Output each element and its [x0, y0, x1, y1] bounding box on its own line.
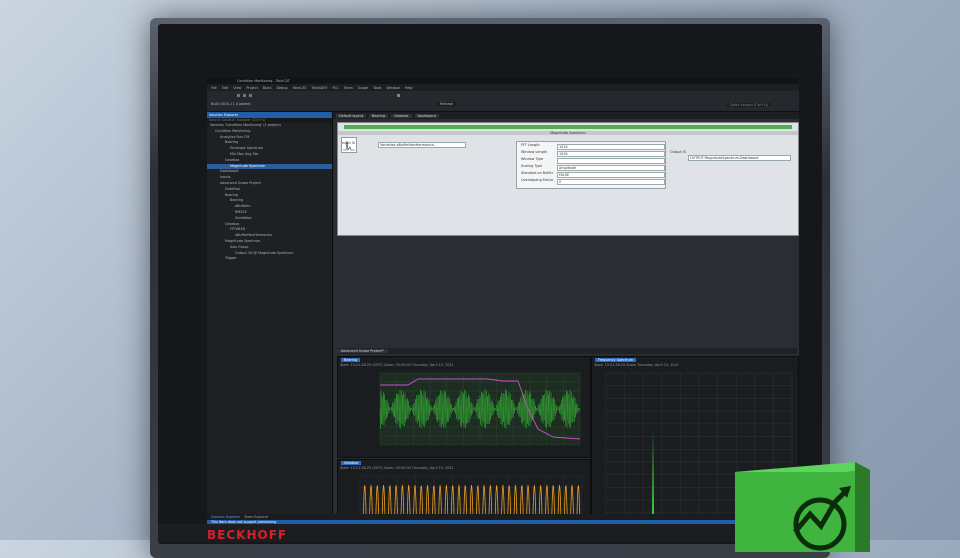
gearbox-chart-info: Start: 13:21:38.29 (GMT) Zoom: 00:00:00 …	[340, 466, 454, 470]
document-tab[interactable]: Bearing	[369, 113, 389, 118]
scope-project-title: Advanced Scope Project*	[337, 349, 388, 353]
menu-item[interactable]: TwinCAT	[293, 86, 307, 90]
parameter-label: Window Type	[521, 157, 544, 161]
parameter-label: Overlapping Factor	[521, 178, 554, 182]
menu-item[interactable]: Edit	[222, 86, 229, 90]
bearing-chart[interactable]: Bearing Start: 13:21:38.29 (GMT) Zoom: 0…	[337, 356, 591, 458]
save-icon[interactable]	[237, 94, 240, 97]
output-label: Output IS	[670, 150, 687, 154]
parameter-label: FFT Length	[521, 143, 540, 147]
output-target-field[interactable]: OUTPUT.MagnitudeSpectrum.Dashboard	[688, 155, 791, 161]
spectrum-chart-info: Start: 13:21:38.29 Zoom Thursday, April …	[594, 363, 679, 367]
monitor-screen: Condition Monitoring - TwinCAT File Edit V…	[207, 78, 799, 524]
parameter-field[interactable]: FALSE	[557, 171, 665, 178]
menu-item[interactable]: Team	[344, 86, 353, 90]
gearbox-chart-tag: Gearbox	[341, 461, 362, 465]
parameter-field[interactable]	[557, 157, 665, 164]
parameter-field[interactable]: 0	[557, 178, 665, 185]
menu-item[interactable]: View	[233, 86, 241, 90]
spectrum-chart-tag: Frequency Spectrum	[595, 358, 637, 362]
config-select[interactable]: Release	[437, 102, 457, 106]
bearing-chart-info: Start: 13:21:38.29 (GMT) Zoom: 00:00:00 …	[340, 363, 454, 367]
undo-icon[interactable]	[243, 94, 246, 97]
bearing-plot[interactable]	[338, 369, 590, 457]
parameter-field[interactable]: Amplitude	[557, 164, 665, 171]
menu-item[interactable]: PLC	[332, 86, 338, 90]
window-title: Condition Monitoring - TwinCAT	[237, 79, 290, 83]
menu-item[interactable]: Help	[405, 86, 413, 90]
menu-item[interactable]: TwinSAFE	[311, 86, 327, 90]
solution-explorer: Solution Explorer Search Solution Explor…	[207, 112, 333, 514]
menu-item[interactable]: Project	[246, 86, 258, 90]
document-tab[interactable]: Dashboard	[414, 113, 439, 118]
document-tab[interactable]: Gearbox	[391, 113, 412, 118]
parameter-label: Standard on Buffer	[521, 171, 554, 175]
status-area: Solution Explorer Team Explorer This ite…	[207, 514, 799, 524]
parameter-field[interactable]: 1024	[557, 143, 665, 150]
trend-analytics-icon	[735, 462, 870, 552]
progress-bar	[344, 125, 792, 129]
tree-item[interactable]: Trigger	[207, 256, 332, 262]
menu-item[interactable]: Tools	[373, 86, 381, 90]
play-icon[interactable]	[397, 94, 400, 97]
menu-item[interactable]: Build	[263, 86, 272, 90]
input-label: Input IS	[342, 141, 356, 145]
toolbar: Build 4024.11 (Loaded) Release Quick Lau…	[207, 91, 799, 112]
scope-project-tab[interactable]: Advanced Scope Project*	[337, 348, 797, 354]
menu-item[interactable]: Window	[386, 86, 399, 90]
editor-area: Default layout Bearing Gearbox Dashboard Ma…	[333, 112, 799, 524]
parameter-box: FFT Length 1024 Window Length 1024 Window Ty…	[516, 141, 666, 189]
redo-icon[interactable]	[249, 94, 252, 97]
menu-item[interactable]: File	[211, 86, 217, 90]
menu-item[interactable]: Scope	[358, 86, 368, 90]
build-label[interactable]: Build 4024.11 (Loaded)	[211, 102, 251, 106]
bearing-chart-tag: Bearing	[341, 358, 361, 362]
menu-item[interactable]: Debug	[276, 86, 287, 90]
solution-tree: Solution 'Condition Monitoring' (1 proje…	[207, 123, 332, 262]
menu-bar: File Edit View Project Build Debug TwinCAT Twin…	[207, 84, 799, 91]
config-header: Magnitude Spectrum	[338, 131, 798, 135]
document-tab[interactable]: Default layout	[336, 113, 367, 118]
quick-launch-input[interactable]: Quick Launch (Ctrl+Q)	[727, 103, 772, 107]
config-panel: Magnitude Spectrum Input IS Variables.aB…	[337, 122, 799, 236]
parameter-field[interactable]: 1024	[557, 150, 665, 157]
parameter-label: Window Length	[521, 150, 548, 154]
input-source-field[interactable]: Variables.aBufferNonHarmonics..	[378, 142, 466, 148]
parameter-label: Scaling Type	[521, 164, 543, 168]
document-tabs: Default layout Bearing Gearbox Dashboard	[333, 112, 799, 119]
